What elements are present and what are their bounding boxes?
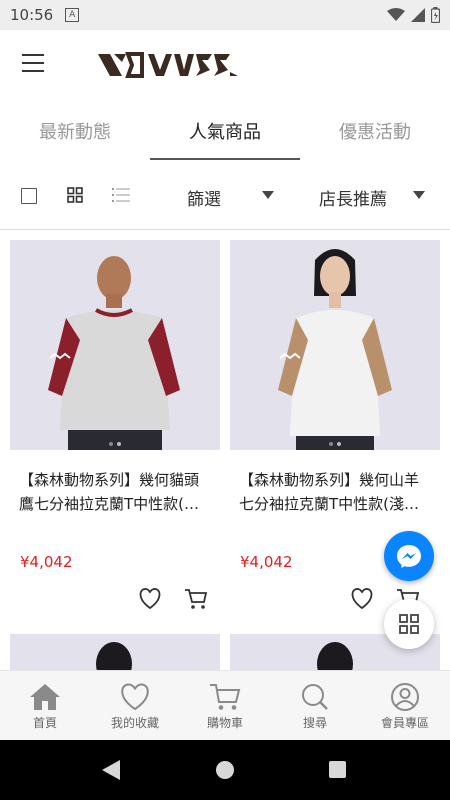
- sort-dropdown[interactable]: 店長推薦: [319, 185, 387, 210]
- quick-menu-button[interactable]: [384, 599, 434, 649]
- tab-popular[interactable]: 人氣商品: [150, 102, 300, 160]
- nav-home-label: 首頁: [32, 716, 57, 730]
- menu-bar: [22, 62, 44, 64]
- pager-dot: [329, 442, 333, 446]
- menu-bar: [22, 54, 44, 56]
- app-header: [0, 30, 450, 102]
- messenger-icon: [397, 545, 421, 568]
- product-image[interactable]: [230, 240, 440, 450]
- brand-logo[interactable]: [98, 52, 238, 78]
- product-card-peek[interactable]: [10, 634, 220, 674]
- status-bar: 10:56 A: [0, 0, 450, 30]
- sort-caret-icon[interactable]: [413, 191, 425, 199]
- menu-button[interactable]: [22, 54, 48, 76]
- image-pager: [230, 431, 440, 450]
- product-actions: [138, 588, 208, 610]
- grid-menu-icon: [399, 614, 419, 634]
- battery-icon: [431, 7, 440, 23]
- menu-bar: [22, 70, 44, 72]
- filter-caret-icon[interactable]: [262, 191, 274, 199]
- system-nav-bar: [0, 740, 450, 800]
- product-card[interactable]: 【森林動物系列】幾何山羊七分袖拉克蘭T中性款(淺… ¥4,042: [230, 240, 440, 610]
- nav-search-label: 搜尋: [302, 716, 327, 730]
- home-icon: [30, 684, 60, 710]
- notification-letter: A: [69, 10, 76, 20]
- product-photo-female-model: [230, 240, 440, 450]
- select-checkbox[interactable]: [21, 188, 37, 204]
- home-button-icon[interactable]: [216, 761, 234, 779]
- category-tabs: 最新動態 人氣商品 優惠活動: [0, 102, 450, 160]
- product-price: ¥4,042: [20, 553, 73, 571]
- messenger-chat-button[interactable]: [384, 531, 434, 581]
- user-icon: [391, 683, 419, 711]
- app-screen: 10:56 A 最新動態 人氣商品 優惠活動 篩選 店長推薦 【森林動物系列】幾…: [0, 0, 450, 800]
- product-photo-male-model: [10, 240, 220, 450]
- signal-icon: [411, 8, 425, 22]
- product-image[interactable]: [10, 240, 220, 450]
- nav-favorites-label: 我的收藏: [110, 716, 159, 730]
- nav-home[interactable]: 首頁: [0, 671, 90, 740]
- image-pager: [10, 431, 220, 450]
- nav-favorites[interactable]: 我的收藏: [90, 671, 180, 740]
- search-icon: [302, 684, 328, 710]
- bottom-nav: 首頁 我的收藏 購物車 搜尋 會員專區: [0, 670, 450, 740]
- status-time: 10:56: [10, 6, 54, 24]
- wifi-icon: [387, 8, 405, 21]
- product-title[interactable]: 【森林動物系列】幾何山羊七分袖拉克蘭T中性款(淺…: [230, 468, 440, 516]
- heart-icon: [121, 683, 149, 711]
- nav-member-label: 會員專區: [380, 716, 429, 730]
- notification-icon: A: [65, 8, 80, 22]
- nav-cart-label: 購物車: [206, 716, 243, 730]
- favorite-heart-icon[interactable]: [138, 588, 162, 610]
- list-toolbar: 篩選 店長推薦: [0, 160, 450, 230]
- cart-icon: [210, 684, 241, 710]
- tab-promotions[interactable]: 優惠活動: [300, 102, 450, 160]
- nav-member[interactable]: 會員專區: [360, 671, 450, 740]
- pager-dot: [337, 442, 341, 446]
- nav-search[interactable]: 搜尋: [270, 671, 360, 740]
- pager-dot: [109, 442, 113, 446]
- status-icons: [387, 7, 440, 23]
- filter-dropdown[interactable]: 篩選: [187, 185, 221, 210]
- pager-dot: [117, 442, 121, 446]
- tab-latest[interactable]: 最新動態: [0, 102, 150, 160]
- nav-cart[interactable]: 購物車: [180, 671, 270, 740]
- list-view-icon[interactable]: [112, 187, 130, 203]
- product-card[interactable]: 【森林動物系列】幾何貓頭鷹七分袖拉克蘭T中性款(… ¥4,042: [10, 240, 220, 610]
- add-to-cart-icon[interactable]: [184, 588, 208, 610]
- product-title[interactable]: 【森林動物系列】幾何貓頭鷹七分袖拉克蘭T中性款(…: [10, 468, 220, 516]
- product-photo-peek: [96, 642, 132, 674]
- recent-apps-icon[interactable]: [329, 761, 346, 778]
- favorite-heart-icon[interactable]: [350, 588, 374, 610]
- grid-view-icon[interactable]: [67, 187, 83, 203]
- back-icon[interactable]: [102, 760, 120, 780]
